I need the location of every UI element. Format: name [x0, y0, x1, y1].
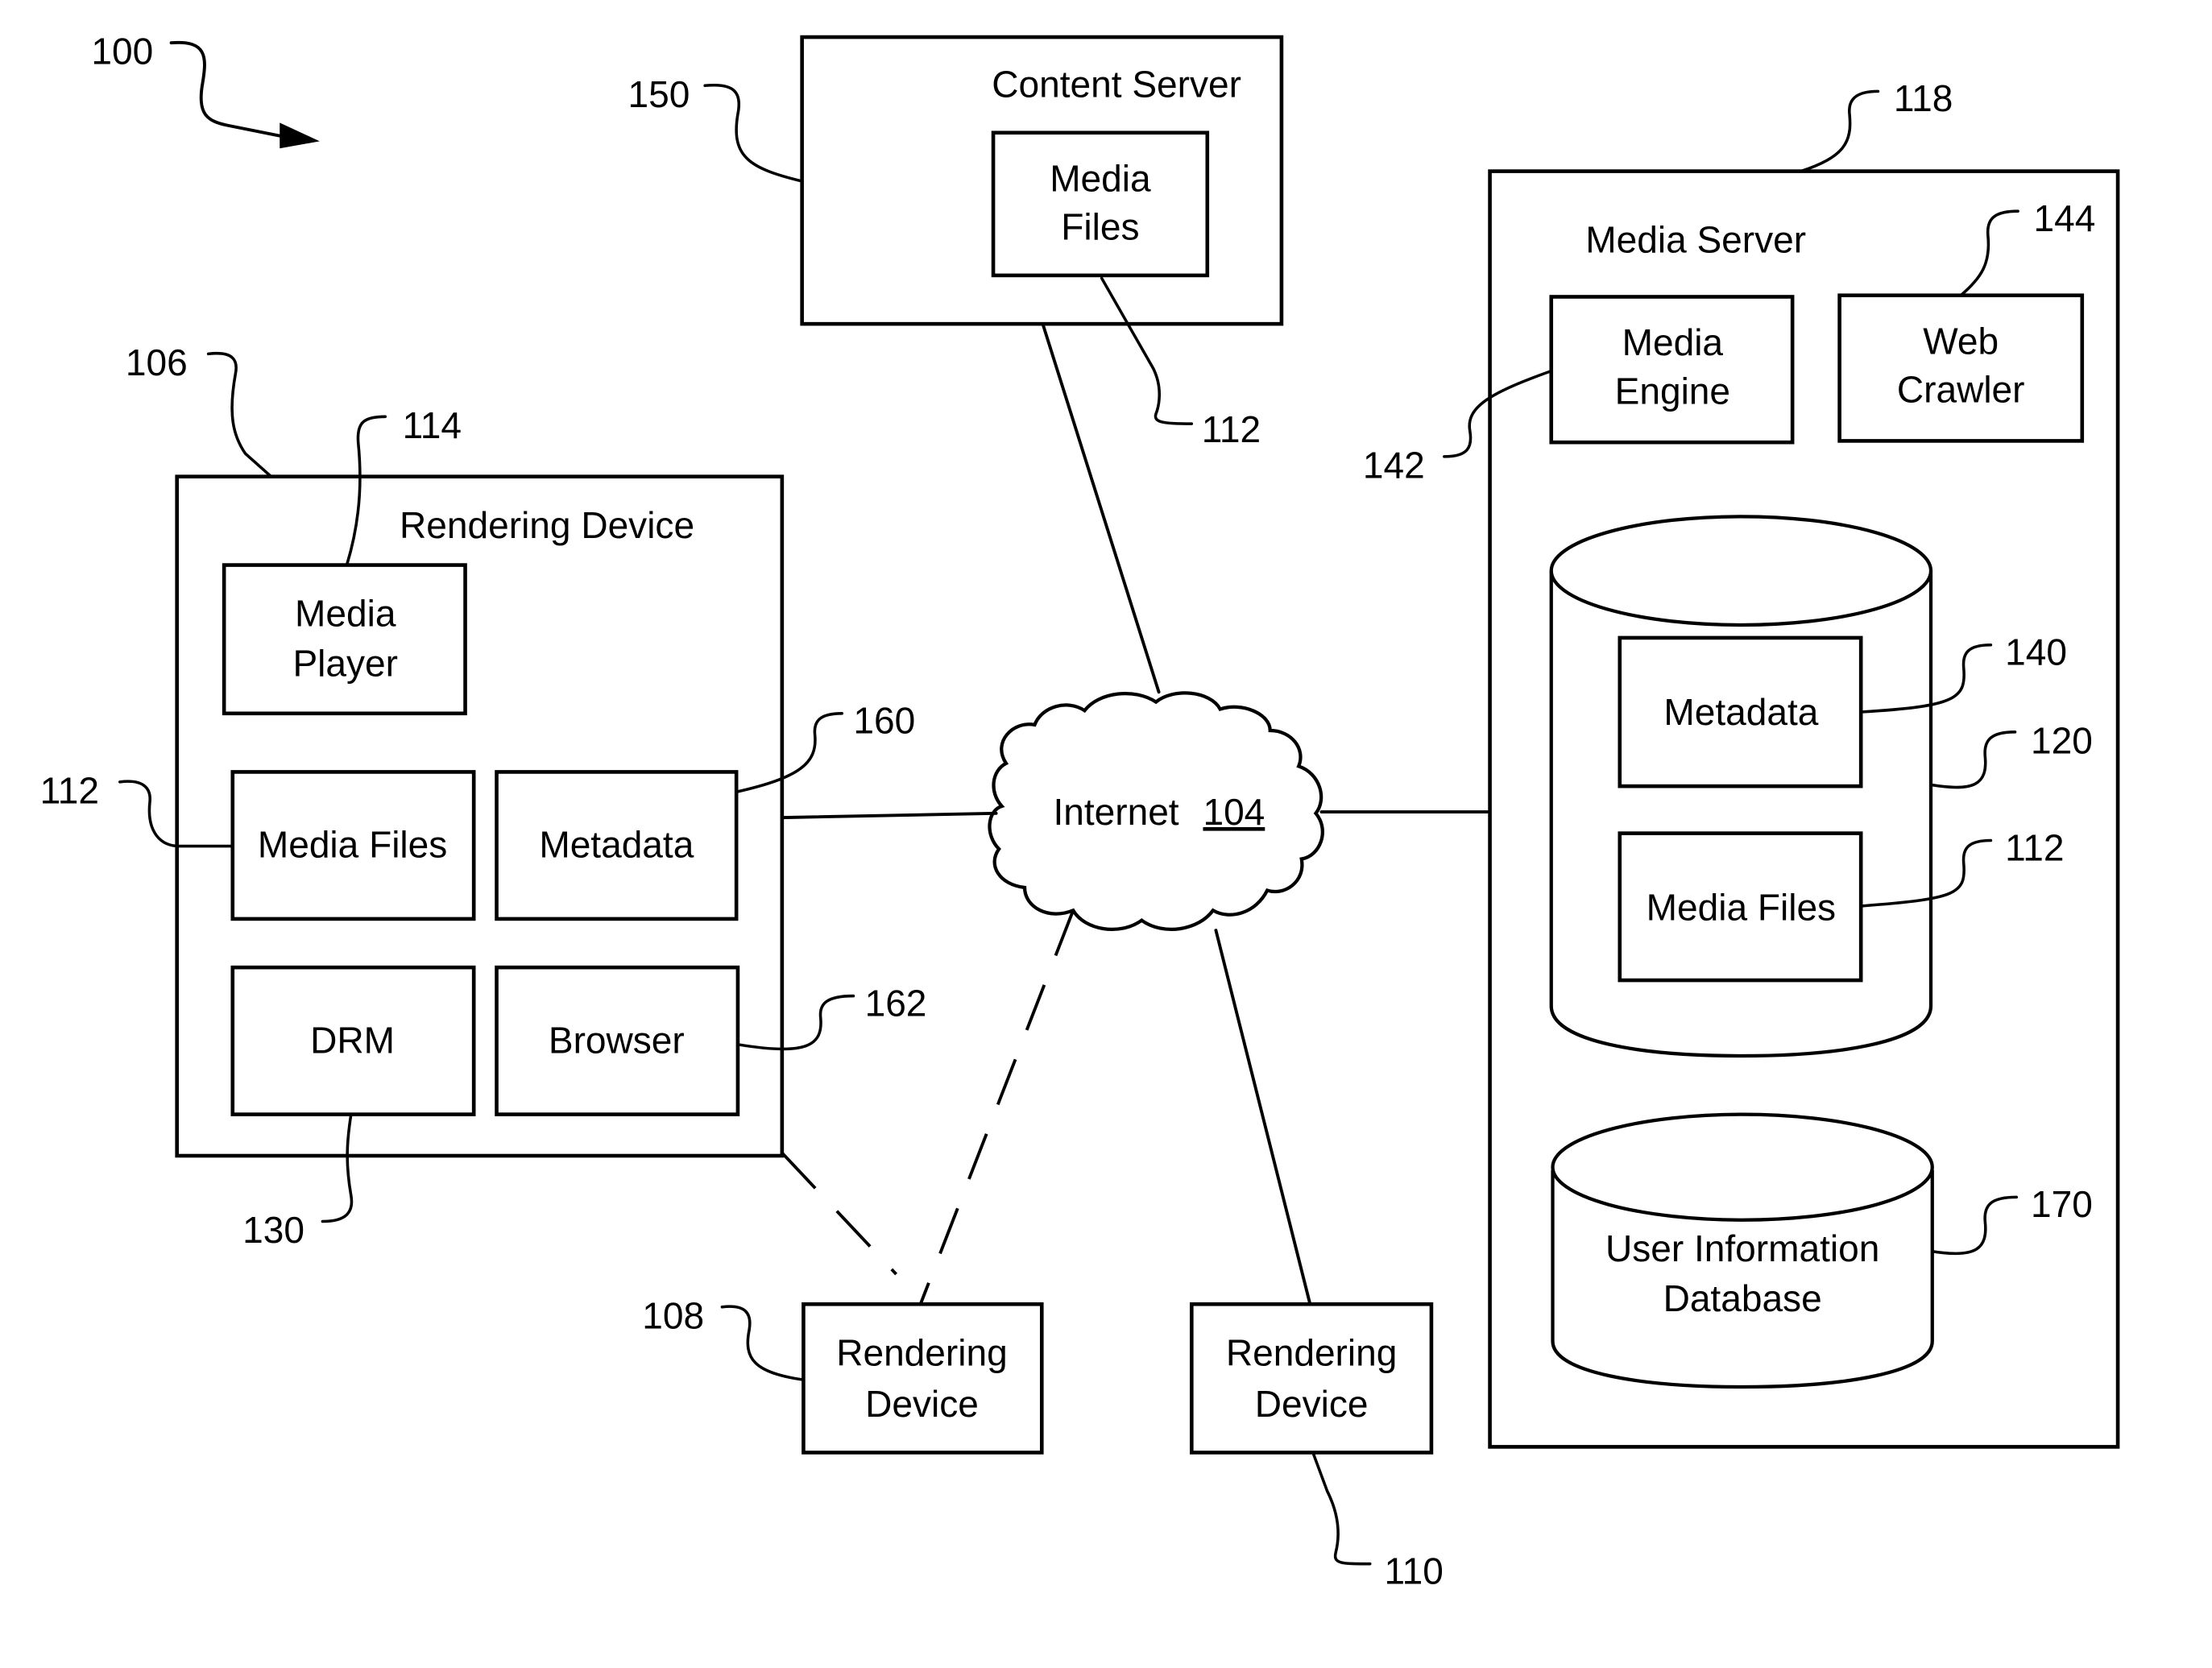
content-server-media-files-box [991, 130, 1210, 278]
system-diagram: 100 Content Server Media Files 150 112 R… [40, 31, 2120, 1591]
media-player-box [222, 563, 467, 716]
ref-150: 150 [628, 73, 690, 115]
arrowhead-icon [280, 122, 320, 149]
link-rendering-device-main-108-dashed [781, 1152, 897, 1276]
ref-114: 114 [403, 404, 462, 446]
ref-108: 108 [642, 1294, 704, 1336]
ref-130: 130 [242, 1209, 304, 1251]
media-server: Media Server 118 Media Engine 142 Web Cr… [1363, 77, 2120, 1449]
leader-110 [1311, 1451, 1372, 1566]
web-crawler-label-2: Crawler [1897, 369, 2025, 411]
rendering-device-main: Rendering Device Media Player Media File… [40, 341, 927, 1251]
media-engine-label-1: Media [1622, 321, 1724, 363]
db-media-files-label: Media Files [1647, 887, 1836, 929]
media-player-label-1: Media [295, 593, 396, 635]
rendering-device-108: Rendering Device 108 [642, 1294, 1044, 1455]
rendering-device-108-label-1: Rendering [836, 1331, 1007, 1373]
leader-108 [720, 1305, 806, 1381]
figure-ref-100: 100 [91, 31, 320, 149]
ref-160: 160 [853, 700, 915, 742]
user-db-label-2: Database [1663, 1277, 1822, 1319]
rd-metadata-label: Metadata [539, 824, 694, 866]
browser-label: Browser [549, 1019, 685, 1061]
figure-ref-arrow-line [169, 40, 288, 139]
leader-150 [703, 83, 804, 183]
media-engine-label-2: Engine [1615, 370, 1730, 412]
content-server: Content Server Media Files 150 112 [628, 35, 1284, 450]
media-database-top [1549, 515, 1933, 627]
rendering-device-108-label-2: Device [865, 1383, 979, 1425]
ref-120: 120 [2031, 719, 2093, 761]
figure-ref-label: 100 [91, 31, 153, 72]
link-internet-rendering-device-108-dashed [918, 909, 1075, 1305]
leader-106 [206, 351, 273, 478]
content-server-media-files-label-1: Media [1050, 157, 1151, 199]
ref-140: 140 [2005, 631, 2067, 673]
rendering-device-main-title: Rendering Device [400, 504, 694, 546]
rendering-device-110-label-2: Device [1255, 1383, 1369, 1425]
drm-label: DRM [310, 1019, 395, 1061]
link-content-server-internet [1042, 323, 1161, 694]
rendering-device-110: Rendering Device 110 [1189, 1302, 1444, 1591]
rendering-device-110-label-1: Rendering [1226, 1331, 1397, 1373]
link-internet-rendering-device-110 [1214, 929, 1312, 1306]
ref-142: 142 [1363, 444, 1425, 486]
web-crawler-label-1: Web [1923, 320, 1999, 362]
internet-label: Internet [1053, 791, 1178, 833]
rendering-device-108-box [802, 1302, 1044, 1455]
user-db-top [1551, 1112, 1934, 1222]
db-metadata-label: Metadata [1663, 691, 1818, 733]
leader-118 [1800, 89, 1880, 173]
media-server-title: Media Server [1585, 219, 1806, 261]
media-player-label-2: Player [292, 643, 398, 685]
ref-162: 162 [865, 982, 927, 1024]
content-server-title: Content Server [992, 63, 1241, 105]
internet-cloud: Internet 104 [988, 691, 1324, 931]
internet-ref: 104 [1203, 791, 1265, 833]
ref-170: 170 [2031, 1183, 2093, 1225]
rendering-device-110-box [1189, 1302, 1434, 1455]
content-server-media-files-label-2: Files [1061, 206, 1139, 248]
ref-106: 106 [126, 341, 188, 383]
link-rendering-device-internet [780, 811, 998, 820]
user-db-label-1: User Information [1605, 1227, 1879, 1269]
rd-media-files-label: Media Files [258, 824, 447, 866]
ref-110: 110 [1384, 1550, 1443, 1591]
ref-118: 118 [1894, 77, 1953, 119]
ref-144: 144 [2034, 197, 2096, 239]
ref-112-db: 112 [2005, 826, 2064, 868]
ref-112-rd: 112 [40, 769, 99, 811]
ref-112-content: 112 [1202, 408, 1261, 450]
